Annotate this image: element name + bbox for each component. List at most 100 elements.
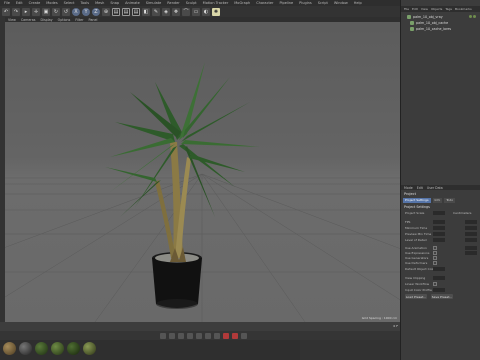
render-picture-viewer-icon[interactable]: ▤ — [122, 7, 130, 16]
use-generators-aux[interactable] — [465, 246, 477, 250]
3d-viewport[interactable]: Grid Spacing : 1000 cm — [5, 22, 400, 322]
om-menu-bookmarks[interactable]: Bookmarks — [455, 7, 472, 11]
menu-motion-tracker[interactable]: Motion Tracker — [203, 1, 229, 5]
cube-icon[interactable]: ◧ — [142, 7, 150, 16]
maximum-time-field[interactable] — [465, 226, 477, 230]
material-swatch[interactable] — [35, 342, 48, 355]
use-generators-checkbox[interactable] — [433, 256, 437, 260]
preview-max-field[interactable] — [465, 232, 477, 236]
render-settings-icon[interactable]: ▤ — [132, 7, 140, 16]
om-menu-objects[interactable]: Objects — [431, 7, 442, 11]
go-to-start-icon[interactable] — [160, 332, 166, 339]
tab-todo[interactable]: Todo — [444, 198, 456, 203]
project-time-field[interactable] — [465, 220, 477, 224]
project-scale-field[interactable] — [433, 211, 445, 215]
previous-frame-icon[interactable] — [178, 332, 184, 339]
deformer-icon[interactable]: ⌒ — [182, 7, 190, 16]
level-of-detail-field[interactable] — [433, 238, 445, 242]
camera-icon[interactable]: ◐ — [202, 7, 210, 16]
menu-pipeline[interactable]: Pipeline — [279, 1, 293, 5]
use-deformers-aux[interactable] — [465, 251, 477, 255]
previous-key-icon[interactable] — [169, 332, 175, 339]
use-animation-checkbox[interactable] — [433, 246, 437, 250]
play-icon[interactable] — [187, 332, 193, 339]
coordinate-system-icon[interactable]: ⊕ — [102, 7, 110, 16]
material-swatch[interactable] — [19, 342, 32, 355]
use-deformers-checkbox[interactable] — [433, 261, 437, 265]
use-expressions-checkbox[interactable] — [433, 251, 437, 255]
project-scale-unit[interactable]: Centimeters — [453, 211, 471, 215]
viewport-menu-panel[interactable]: Panel — [89, 18, 98, 22]
undo-icon[interactable]: ↶ — [2, 7, 10, 16]
menu-character[interactable]: Character — [256, 1, 273, 5]
menu-select[interactable]: Select — [64, 1, 75, 5]
menu-plugins[interactable]: Plugins — [299, 1, 312, 5]
menu-file[interactable]: File — [4, 1, 10, 5]
floor-icon[interactable]: ▭ — [192, 7, 200, 16]
view-clipping-dropdown[interactable] — [433, 276, 445, 280]
material-swatch[interactable] — [51, 342, 64, 355]
menu-mograph[interactable]: MoGraph — [234, 1, 250, 5]
x-axis-icon[interactable]: X — [72, 7, 80, 16]
scale-icon[interactable]: ▣ — [42, 7, 50, 16]
object-row[interactable]: palm_10_obj_cache — [410, 20, 448, 25]
object-row[interactable]: palm_10_obj_vray — [407, 14, 476, 19]
om-menu-file[interactable]: File — [404, 7, 409, 11]
input-color-profile-dropdown[interactable] — [433, 288, 445, 292]
object-row[interactable]: palm_10_cache_lores — [410, 26, 451, 31]
menu-animate[interactable]: Animate — [125, 1, 140, 5]
next-frame-icon[interactable] — [196, 332, 202, 339]
viewport-menu-display[interactable]: Display — [40, 18, 52, 22]
attr-menu-edit[interactable]: Edit — [417, 186, 423, 190]
light-icon[interactable]: ✺ — [212, 7, 220, 16]
select-icon[interactable]: ▸ — [22, 7, 30, 16]
material-swatch[interactable] — [3, 342, 16, 355]
y-axis-icon[interactable]: Y — [82, 7, 90, 16]
render-lod-field[interactable] — [465, 238, 477, 242]
menu-sculpt[interactable]: Sculpt — [186, 1, 197, 5]
move-icon[interactable]: ✛ — [32, 7, 40, 16]
pen-icon[interactable]: ✎ — [152, 7, 160, 16]
om-menu-view[interactable]: View — [421, 7, 428, 11]
om-menu-edit[interactable]: Edit — [412, 7, 418, 11]
menu-create[interactable]: Create — [29, 1, 41, 5]
keyframe-selection-icon[interactable] — [241, 332, 247, 339]
tab-project-settings[interactable]: Project Settings — [403, 198, 431, 203]
go-to-end-icon[interactable] — [214, 332, 220, 339]
next-key-icon[interactable] — [205, 332, 211, 339]
menu-tools[interactable]: Tools — [80, 1, 89, 5]
material-swatch[interactable] — [83, 342, 96, 355]
om-menu-tags[interactable]: Tags — [445, 7, 452, 11]
viewport-menu-filter[interactable]: Filter — [75, 18, 83, 22]
menu-edit[interactable]: Edit — [16, 1, 23, 5]
menu-help[interactable]: Help — [354, 1, 362, 5]
record-icon[interactable] — [223, 332, 229, 339]
menu-snap[interactable]: Snap — [110, 1, 119, 5]
render-view-icon[interactable]: ▤ — [112, 7, 120, 16]
viewport-menu-view[interactable]: View — [8, 18, 16, 22]
linear-workflow-checkbox[interactable] — [433, 282, 437, 286]
menu-window[interactable]: Window — [334, 1, 348, 5]
menu-modes[interactable]: Modes — [46, 1, 57, 5]
menu-script[interactable]: Script — [318, 1, 328, 5]
subdivision-icon[interactable]: ◈ — [162, 7, 170, 16]
default-object-color-dropdown[interactable] — [433, 267, 445, 271]
menu-mesh[interactable]: Mesh — [95, 1, 104, 5]
z-axis-icon[interactable]: Z — [92, 7, 100, 16]
save-preset-button[interactable]: Save Preset... — [431, 294, 453, 299]
attr-menu-mode[interactable]: Mode — [404, 186, 413, 190]
attr-menu-user-data[interactable]: User Data — [427, 186, 443, 190]
minimum-time-field[interactable] — [433, 226, 445, 230]
material-swatch[interactable] — [67, 342, 80, 355]
viewport-menu-options[interactable]: Options — [58, 18, 71, 22]
tab-info[interactable]: Info — [432, 198, 443, 203]
timeline[interactable]: 0 F — [0, 322, 400, 331]
preview-min-field[interactable] — [433, 232, 445, 236]
redo-icon[interactable]: ↷ — [12, 7, 20, 16]
autokey-icon[interactable] — [232, 332, 238, 339]
rotate-icon[interactable]: ↻ — [52, 7, 60, 16]
array-icon[interactable]: ❖ — [172, 7, 180, 16]
menu-render[interactable]: Render — [167, 1, 179, 5]
fps-field[interactable] — [433, 220, 445, 224]
load-preset-button[interactable]: Load Preset... — [405, 294, 427, 299]
